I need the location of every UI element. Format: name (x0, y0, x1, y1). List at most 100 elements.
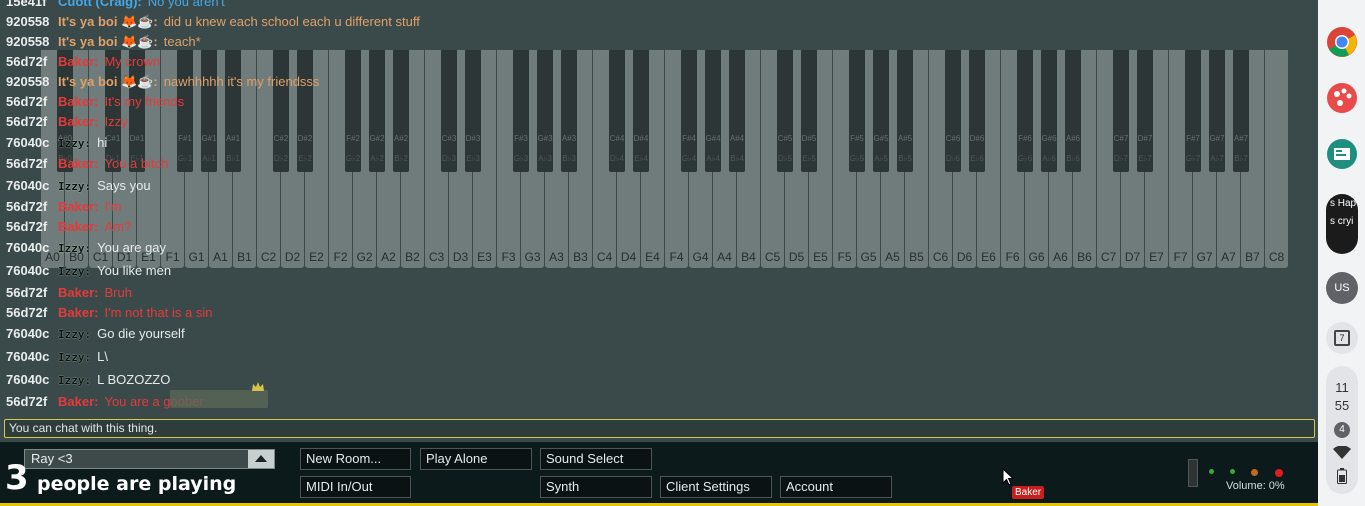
battery-icon (1337, 468, 1347, 484)
black-key[interactable]: C#3 D♭3 (441, 50, 457, 172)
black-key[interactable]: C#4 D♭4 (609, 50, 625, 172)
chat-message: 76040c Izzy: You like men (6, 263, 171, 281)
message-author[interactable]: Baker: (58, 94, 98, 109)
message-author[interactable]: Baker: (58, 394, 98, 409)
black-key[interactable]: A#5 B♭5 (897, 50, 913, 172)
account-button[interactable]: Account (780, 476, 892, 498)
white-key-label: D6 (956, 250, 973, 264)
room-expand-button[interactable] (248, 450, 274, 468)
play-alone-button[interactable]: Play Alone (420, 448, 532, 470)
avatar-icon[interactable]: s Hap s cryi (1326, 194, 1358, 254)
status-tray[interactable]: 11 55 4 (1326, 366, 1358, 494)
black-key[interactable]: A#6 B♭6 (1065, 50, 1081, 172)
chat-input[interactable]: You can chat with this thing. (4, 419, 1315, 438)
white-key-label: F6 (1005, 250, 1020, 264)
chat-message: 56d72f Baker: My crown (6, 54, 160, 72)
message-author[interactable]: Baker: (58, 199, 98, 214)
black-key[interactable]: F#3 G♭3 (513, 50, 529, 172)
black-key-sharp-label: A#7 (1233, 134, 1249, 143)
message-author[interactable]: Izzy: (58, 351, 91, 364)
black-key[interactable]: F#7 G♭7 (1185, 50, 1201, 172)
black-key-sharp-label: C#2 (273, 134, 289, 143)
black-key[interactable]: F#2 G♭2 (345, 50, 361, 172)
room-select[interactable]: Ray <3 (24, 449, 275, 469)
black-key[interactable]: G#4 A♭4 (705, 50, 721, 172)
black-key[interactable]: A#3 B♭3 (561, 50, 577, 172)
black-key-flat-label: D♭7 (1114, 154, 1128, 163)
chat-message: 76040c Izzy: L\ (6, 349, 108, 367)
chat-message: 56d72f Baker: Bruh (6, 285, 132, 303)
white-key-label: G7 (1196, 250, 1213, 264)
black-key[interactable]: F#6 G♭6 (1017, 50, 1033, 172)
black-key[interactable]: F#4 G♭4 (681, 50, 697, 172)
chrome-icon[interactable] (1326, 26, 1358, 58)
black-key[interactable]: D#4 E♭4 (633, 50, 649, 172)
chat-message: 76040c Izzy: Says you (6, 178, 151, 196)
client-settings-button[interactable]: Client Settings (660, 476, 772, 498)
black-key[interactable]: D#5 E♭5 (801, 50, 817, 172)
white-key[interactable]: C8 (1265, 50, 1288, 268)
volume-slider[interactable] (1188, 459, 1198, 487)
black-key[interactable]: A#7 B♭7 (1233, 50, 1249, 172)
message-user-id: 920558 (6, 74, 50, 89)
black-key-sharp-label: A#5 (897, 134, 913, 143)
message-user-id: 76040c (6, 135, 50, 150)
black-key-sharp-label: D#2 (297, 134, 313, 143)
black-key[interactable]: F#5 G♭5 (849, 50, 865, 172)
message-author[interactable]: Izzy: (58, 374, 91, 387)
sound-select-button[interactable]: Sound Select (540, 448, 652, 470)
black-key-sharp-label: D#3 (465, 134, 481, 143)
message-author[interactable]: Baker: (58, 54, 98, 69)
black-key[interactable]: C#6 D♭6 (945, 50, 961, 172)
black-key-flat-label: B♭5 (898, 154, 912, 163)
black-key[interactable]: A#2 B♭2 (393, 50, 409, 172)
black-key[interactable]: G#5 A♭5 (873, 50, 889, 172)
message-author[interactable]: It's ya boi 🦊☕: (58, 74, 158, 89)
message-author[interactable]: It's ya boi 🦊☕: (58, 14, 158, 29)
message-author[interactable]: Izzy: (58, 180, 91, 193)
black-key-flat-label: B♭1 (226, 154, 240, 163)
message-author[interactable]: Cuott (Craig): (58, 0, 142, 9)
black-key-flat-label: A♭4 (706, 154, 720, 163)
black-key[interactable]: C#7 D♭7 (1113, 50, 1129, 172)
chat-message: 56d72f Baker: Izzy (6, 114, 128, 132)
message-author[interactable]: Baker: (58, 285, 98, 300)
black-key[interactable]: A#1 B♭1 (225, 50, 241, 172)
message-author[interactable]: It's ya boi 🦊☕: (58, 34, 158, 49)
black-key-sharp-label: A#4 (729, 134, 745, 143)
message-user-id: 56d72f (6, 54, 48, 69)
message-author[interactable]: Baker: (58, 305, 98, 320)
black-key[interactable]: D#3 E♭3 (465, 50, 481, 172)
black-key[interactable]: D#2 E♭2 (297, 50, 313, 172)
user-locale-icon[interactable]: US (1326, 272, 1358, 304)
message-text: Bruh (104, 285, 132, 300)
white-key-label: C8 (1268, 250, 1285, 264)
black-key[interactable]: G#3 A♭3 (537, 50, 553, 172)
black-key[interactable]: G#6 A♭6 (1041, 50, 1057, 172)
message-author[interactable]: Izzy: (58, 137, 91, 150)
message-text: teach* (163, 34, 201, 49)
new-room-button[interactable]: New Room... (300, 448, 411, 470)
message-author[interactable]: Izzy: (58, 242, 91, 255)
palette-icon[interactable] (1326, 82, 1358, 114)
black-key[interactable]: G#2 A♭2 (369, 50, 385, 172)
black-key[interactable]: D#7 E♭7 (1137, 50, 1153, 172)
message-author[interactable]: Baker: (58, 114, 98, 129)
black-key[interactable]: C#5 D♭5 (777, 50, 793, 172)
black-key-sharp-label: G#4 (705, 134, 721, 143)
message-author[interactable]: Izzy: (58, 265, 91, 278)
black-key[interactable]: D#6 E♭6 (969, 50, 985, 172)
message-author[interactable]: Baker: (58, 156, 98, 171)
room-name: Ray <3 (31, 451, 73, 466)
black-key[interactable]: G#7 A♭7 (1209, 50, 1225, 172)
black-key[interactable]: A#4 B♭4 (729, 50, 745, 172)
black-key[interactable]: G#1 A♭1 (201, 50, 217, 172)
synth-button[interactable]: Synth (540, 476, 652, 498)
classroom-icon[interactable] (1326, 138, 1358, 170)
calendar-icon[interactable]: 7 (1326, 322, 1358, 354)
black-key[interactable]: C#2 D♭2 (273, 50, 289, 172)
message-author[interactable]: Izzy: (58, 328, 91, 341)
midi-button[interactable]: MIDI In/Out (300, 476, 411, 498)
message-author[interactable]: Baker: (58, 219, 98, 234)
avatar-text-1: s Hap (1330, 198, 1357, 209)
